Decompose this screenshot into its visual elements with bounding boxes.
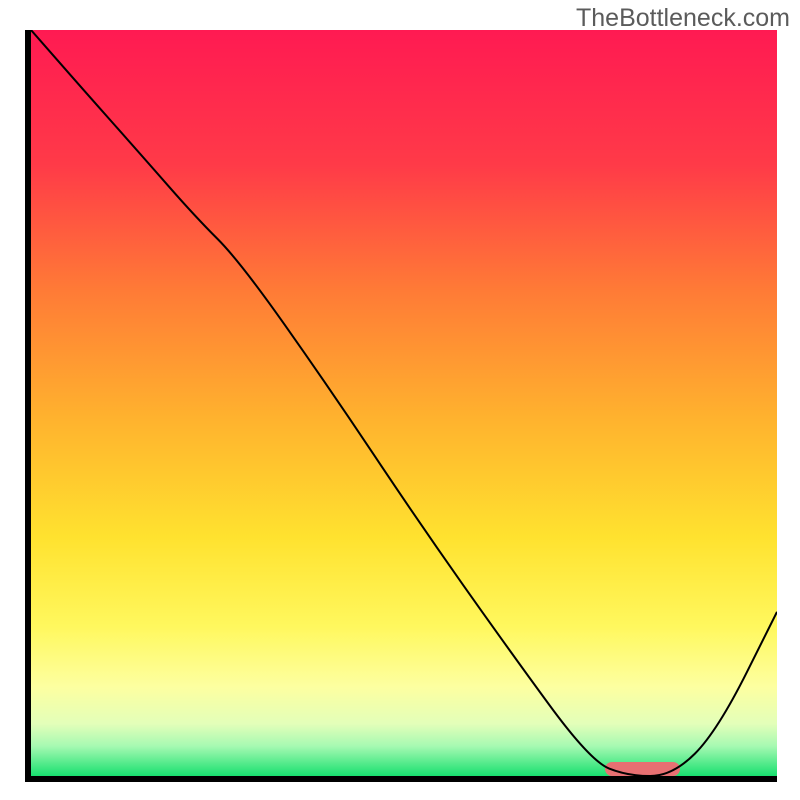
bottleneck-curve: [31, 30, 777, 776]
chart-container: TheBottleneck.com: [0, 0, 800, 800]
watermark-text: TheBottleneck.com: [576, 4, 790, 33]
chart-frame: [25, 30, 777, 782]
